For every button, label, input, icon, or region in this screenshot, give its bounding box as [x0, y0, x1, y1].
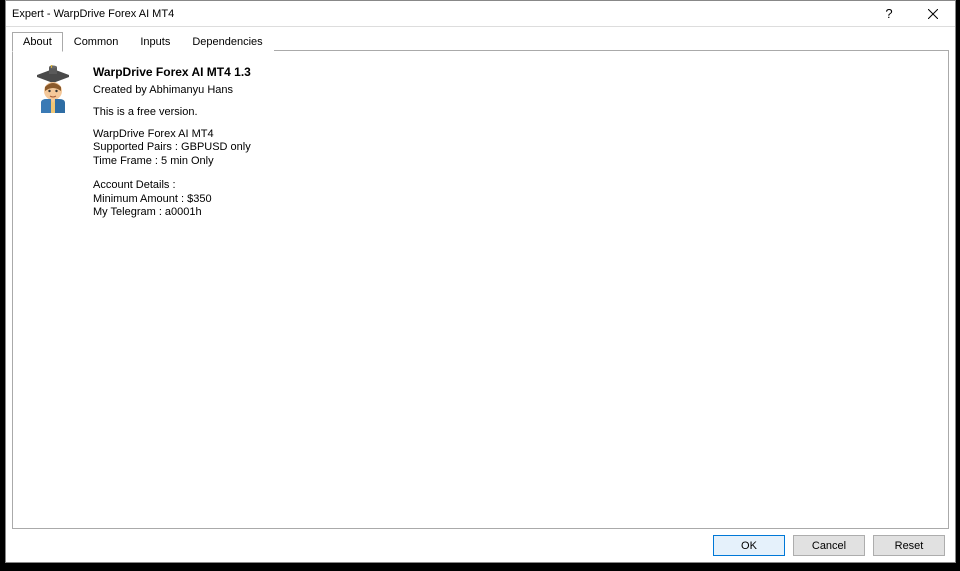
button-row: OK Cancel Reset: [12, 529, 949, 556]
tab-strip: About Common Inputs Dependencies: [6, 27, 955, 51]
window-title: Expert - WarpDrive Forex AI MT4: [12, 8, 867, 20]
close-icon: [928, 9, 938, 19]
help-button[interactable]: ?: [867, 1, 911, 26]
reset-button[interactable]: Reset: [873, 535, 945, 556]
content-wrap: WarpDrive Forex AI MT4 1.3 Created by Ab…: [6, 51, 955, 562]
about-text-column: WarpDrive Forex AI MT4 1.3 Created by Ab…: [93, 65, 930, 514]
titlebar-buttons: ?: [867, 1, 955, 26]
about-account-details-label: Account Details :: [93, 179, 930, 193]
about-created-by: Created by Abhimanyu Hans: [93, 84, 930, 98]
expert-advisor-icon: [31, 65, 75, 115]
titlebar: Expert - WarpDrive Forex AI MT4 ?: [6, 1, 955, 27]
dialog-window: Expert - WarpDrive Forex AI MT4 ? About …: [5, 0, 956, 563]
tab-dependencies[interactable]: Dependencies: [181, 32, 273, 51]
tab-about[interactable]: About: [12, 32, 63, 52]
cancel-button[interactable]: Cancel: [793, 535, 865, 556]
about-supported-pairs: Supported Pairs : GBPUSD only: [93, 141, 930, 155]
about-heading: WarpDrive Forex AI MT4 1.3: [93, 65, 930, 80]
tab-common[interactable]: Common: [63, 32, 130, 51]
about-product-block: WarpDrive Forex AI MT4 Supported Pairs :…: [93, 128, 930, 169]
about-telegram: My Telegram : a0001h: [93, 206, 930, 220]
close-button[interactable]: [911, 1, 955, 26]
tab-inputs[interactable]: Inputs: [129, 32, 181, 51]
about-free-version: This is a free version.: [93, 106, 930, 120]
about-product-name: WarpDrive Forex AI MT4: [93, 128, 930, 142]
about-min-amount: Minimum Amount : $350: [93, 193, 930, 207]
icon-column: [31, 65, 79, 514]
ok-button[interactable]: OK: [713, 535, 785, 556]
about-panel: WarpDrive Forex AI MT4 1.3 Created by Ab…: [12, 51, 949, 529]
about-timeframe: Time Frame : 5 min Only: [93, 155, 930, 169]
about-account-block: Account Details : Minimum Amount : $350 …: [93, 179, 930, 220]
